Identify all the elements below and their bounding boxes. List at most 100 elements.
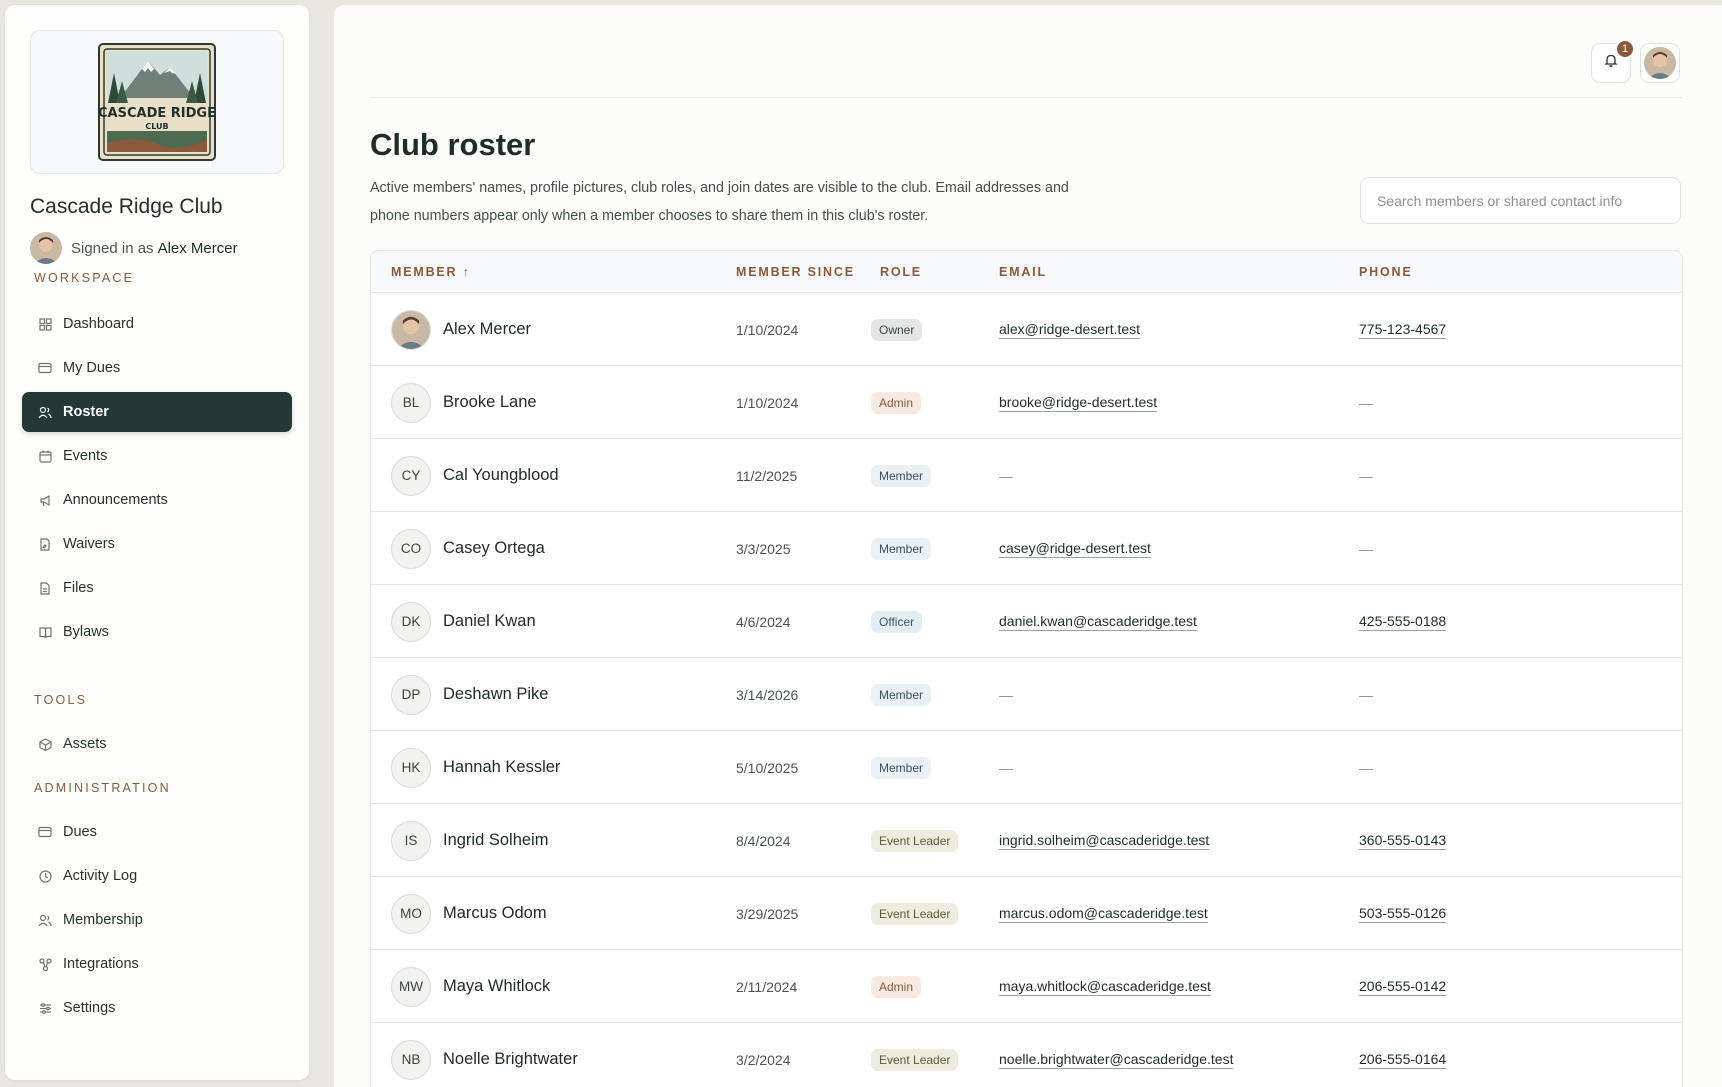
email-link[interactable]: brooke@ridge-desert.test	[999, 394, 1158, 412]
role-badge: Officer	[871, 610, 923, 633]
member-since-date: 1/10/2024	[736, 321, 799, 338]
table-row[interactable]: DK Daniel Kwan 4/6/2024 Officer daniel.kwan@…	[371, 585, 1682, 658]
member-since-date: 3/3/2025	[736, 540, 791, 557]
table-row[interactable]: CY Cal Youngblood 11/2/2025 Member — —	[371, 439, 1682, 512]
member-since-date: 8/4/2024	[736, 832, 791, 849]
email-link[interactable]: marcus.odom@cascaderidge.test	[999, 905, 1208, 923]
sidebar-item-settings[interactable]: Settings	[22, 988, 292, 1028]
role-cell: Event Leader	[871, 877, 959, 950]
role-badge: Member	[871, 683, 932, 706]
member-cell: HK Hannah Kessler	[391, 731, 560, 804]
phone-link[interactable]: 206-555-0142	[1359, 978, 1447, 996]
member-name: Maya Whitlock	[443, 977, 551, 995]
email-link[interactable]: daniel.kwan@cascaderidge.test	[999, 613, 1197, 631]
sidebar-item-files[interactable]: Files	[22, 568, 292, 608]
member-since-cell: 11/2/2025	[736, 439, 797, 512]
email-cell: daniel.kwan@cascaderidge.test	[999, 585, 1197, 658]
avatar: DP	[391, 674, 431, 715]
member-since-cell: 5/10/2025	[736, 731, 798, 804]
sidebar-item-events[interactable]: Events	[22, 436, 292, 476]
phone-empty: —	[1359, 686, 1373, 703]
sidebar-item-membership[interactable]: Membership	[22, 900, 292, 940]
phone-link[interactable]: 503-555-0126	[1359, 905, 1447, 923]
email-cell: noelle.brightwater@cascaderidge.test	[999, 1023, 1234, 1087]
column-header-role[interactable]: ROLE	[880, 265, 922, 279]
section-title-administration: ADMINISTRATION	[34, 781, 171, 795]
email-empty: —	[999, 759, 1013, 776]
member-cell: DK Daniel Kwan	[391, 585, 536, 658]
phone-link[interactable]: 360-555-0143	[1359, 832, 1447, 850]
member-since-cell: 3/14/2026	[736, 658, 798, 731]
club-logo: CASCADE RIDGE CLUB	[98, 43, 216, 161]
role-cell: Officer	[871, 585, 923, 658]
table-row[interactable]: DP Deshawn Pike 3/14/2026 Member — —	[371, 658, 1682, 731]
email-link[interactable]: ingrid.solheim@cascaderidge.test	[999, 832, 1210, 850]
role-badge: Event Leader	[871, 902, 959, 925]
email-cell: brooke@ridge-desert.test	[999, 366, 1158, 439]
sidebar-item-waivers[interactable]: Waivers	[22, 524, 292, 564]
sidebar-item-label: Dues	[63, 824, 97, 840]
phone-link[interactable]: 775-123-4567	[1359, 321, 1447, 339]
phone-empty: —	[1359, 540, 1373, 557]
email-link[interactable]: noelle.brightwater@cascaderidge.test	[999, 1051, 1234, 1069]
email-link[interactable]: casey@ridge-desert.test	[999, 540, 1151, 558]
member-since-date: 11/2/2025	[736, 467, 798, 484]
phone-empty: —	[1359, 394, 1373, 411]
logo-text-sub: CLUB	[145, 122, 168, 131]
book-icon	[38, 625, 52, 639]
phone-cell: 360-555-0143	[1359, 804, 1447, 877]
sidebar-item-label: Files	[63, 580, 94, 596]
table-row[interactable]: Alex Mercer 1/10/2024 Owner alex@ridge-dese…	[371, 293, 1682, 366]
phone-cell: —	[1359, 731, 1373, 804]
table-row[interactable]: MO Marcus Odom 3/29/2025 Event Leader marcus…	[371, 877, 1682, 950]
column-header-member-since[interactable]: MEMBER SINCE	[736, 265, 855, 279]
member-cell: IS Ingrid Solheim	[391, 804, 548, 877]
sidebar-item-bylaws[interactable]: Bylaws	[22, 612, 292, 652]
member-name: Hannah Kessler	[443, 758, 561, 776]
sidebar-item-label: Bylaws	[63, 624, 109, 640]
member-cell: MO Marcus Odom	[391, 877, 547, 950]
page-description: Active members' names, profile pictures,…	[370, 180, 1069, 224]
sidebar-item-label: Membership	[63, 912, 143, 928]
avatar	[1644, 47, 1676, 79]
table-row[interactable]: CO Casey Ortega 3/3/2025 Member casey@ridge-…	[371, 512, 1682, 585]
sidebar-item-dues[interactable]: Dues	[22, 812, 292, 852]
page-title: Club roster	[370, 127, 536, 162]
sidebar-item-my-dues[interactable]: My Dues	[22, 348, 292, 388]
logo-text-main: CASCADE RIDGE	[98, 106, 216, 121]
sidebar-item-label: Announcements	[63, 492, 168, 508]
member-since-cell: 3/29/2025	[736, 877, 798, 950]
role-cell: Member	[871, 731, 932, 804]
sidebar-item-roster[interactable]: Roster	[22, 392, 292, 432]
table-row[interactable]: MW Maya Whitlock 2/11/2024 Admin maya.whitlo…	[371, 950, 1682, 1023]
member-cell: CY Cal Youngblood	[391, 439, 559, 512]
column-header-member[interactable]: MEMBER ↑	[391, 265, 471, 279]
sidebar-item-assets[interactable]: Assets	[22, 724, 292, 764]
search-input[interactable]	[1360, 177, 1681, 224]
sidebar-item-activity-log[interactable]: Activity Log	[22, 856, 292, 896]
column-header-email[interactable]: EMAIL	[999, 265, 1047, 279]
role-cell: Event Leader	[871, 804, 959, 877]
phone-link[interactable]: 206-555-0164	[1359, 1051, 1447, 1069]
email-link[interactable]: maya.whitlock@cascaderidge.test	[999, 978, 1211, 996]
member-cell: CO Casey Ortega	[391, 512, 545, 585]
user-menu-button[interactable]	[1640, 43, 1680, 83]
table-row[interactable]: BL Brooke Lane 1/10/2024 Admin brooke@ridge-…	[371, 366, 1682, 439]
avatar: BL	[391, 382, 431, 423]
sidebar-item-integrations[interactable]: Integrations	[22, 944, 292, 984]
table-row[interactable]: NB Noelle Brightwater 3/2/2024 Event Leader…	[371, 1023, 1682, 1087]
sidebar-item-announcements[interactable]: Announcements	[22, 480, 292, 520]
phone-link[interactable]: 425-555-0188	[1359, 613, 1447, 631]
member-since-date: 2/11/2024	[736, 978, 798, 995]
table-row[interactable]: HK Hannah Kessler 5/10/2025 Member — —	[371, 731, 1682, 804]
role-badge: Member	[871, 756, 932, 779]
column-header-phone[interactable]: PHONE	[1359, 265, 1412, 279]
sidebar-item-dashboard[interactable]: Dashboard	[22, 304, 292, 344]
header-divider	[370, 97, 1683, 98]
member-since-cell: 2/11/2024	[736, 950, 797, 1023]
table-row[interactable]: IS Ingrid Solheim 8/4/2024 Event Leader ingr…	[371, 804, 1682, 877]
sidebar-item-label: Waivers	[63, 536, 115, 552]
role-cell: Admin	[871, 366, 922, 439]
phone-cell: 206-555-0142	[1359, 950, 1447, 1023]
email-link[interactable]: alex@ridge-desert.test	[999, 321, 1141, 339]
